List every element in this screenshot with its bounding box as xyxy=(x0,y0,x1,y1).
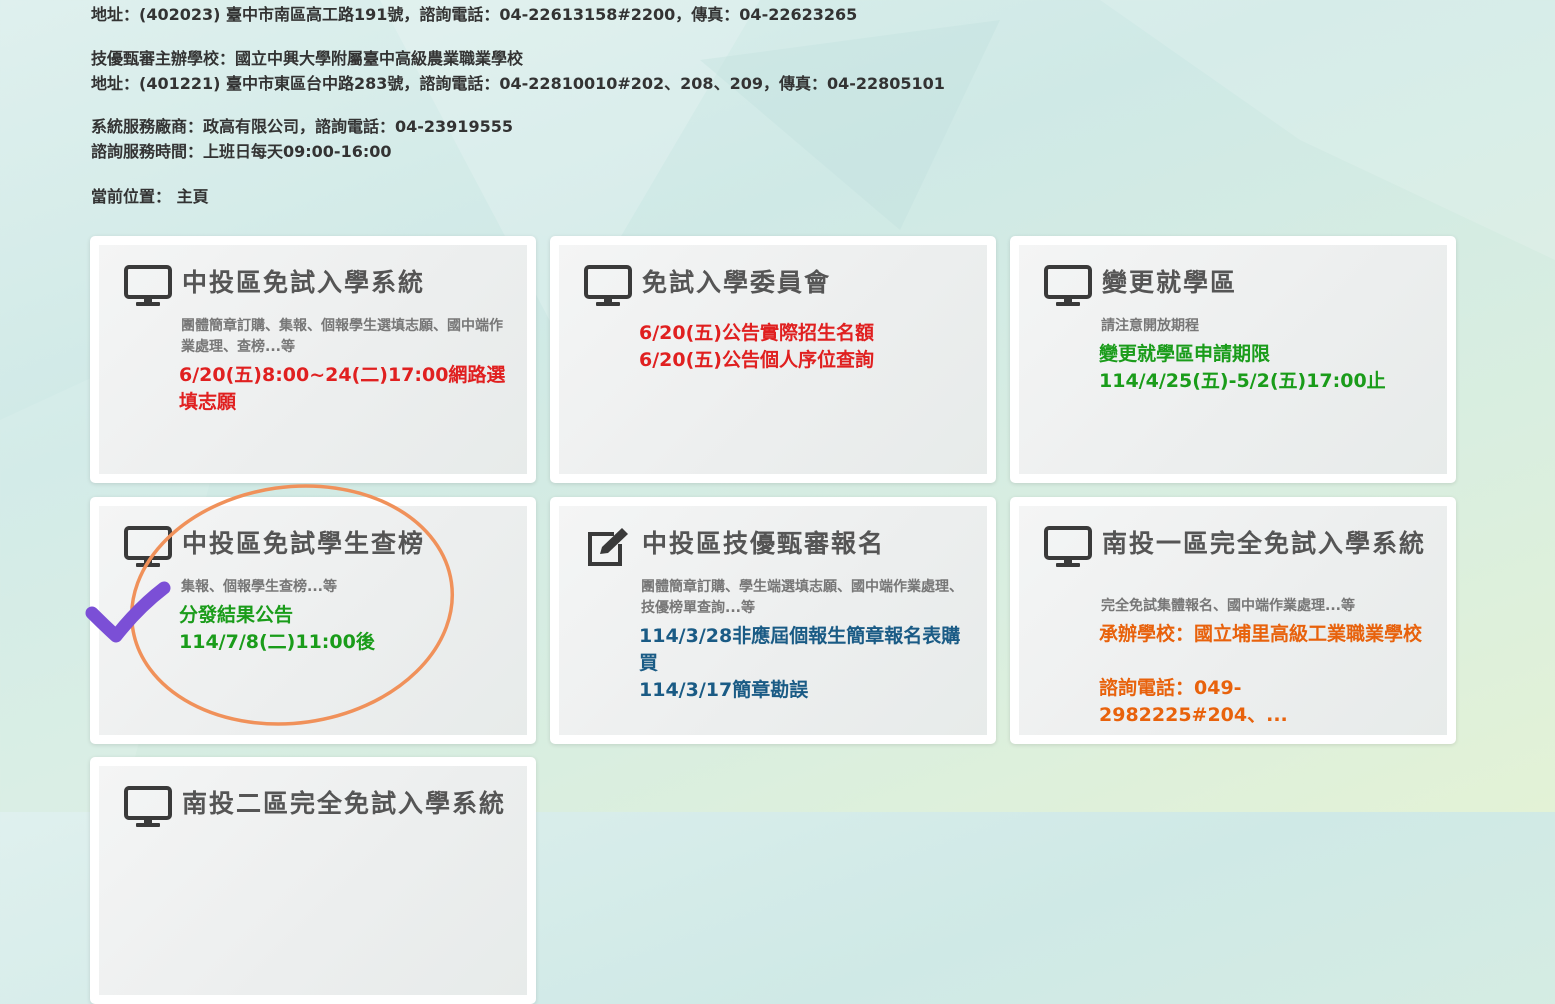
card-notice: 6/20(五)8:00~24(二)17:00網路選填志願 xyxy=(179,364,506,413)
card-description: 團體簡章訂購、集報、個報學生選填志願、國中端作業處理、查榜...等 xyxy=(181,318,503,355)
card-title: 中投區免試入學系統 xyxy=(182,268,426,297)
card-notice-2: 114/4/25(五)-5/2(五)17:00止 xyxy=(1099,370,1386,392)
service-hours: 諮詢服務時間：上班日每天09:00-16:00 xyxy=(91,142,392,161)
card-notice-2: 114/7/8(二)11:00後 xyxy=(179,631,375,653)
card-title: 中投區技優甄審報名 xyxy=(642,529,886,558)
card-title: 南投二區完全免試入學系統 xyxy=(182,789,507,818)
card-zhongtou-results-lookup[interactable]: 中投區免試學生查榜 集報、個報學生查榜...等 分發結果公告 114/7/8(二… xyxy=(90,497,536,744)
card-notice-2: 諮詢電話：049-2982225#204、... xyxy=(1099,677,1288,726)
card-title: 免試入學委員會 xyxy=(642,268,832,297)
card-title: 中投區免試學生查榜 xyxy=(182,529,426,558)
card-admission-committee[interactable]: 免試入學委員會 6/20(五)公告實際招生名額 6/20(五)公告個人序位查詢 xyxy=(550,236,996,483)
organizer-address: 地址：(402023) 臺中市南區高工路191號，諮詢電話：04-2261315… xyxy=(91,5,858,24)
monitor-icon xyxy=(124,265,172,306)
card-skill-exam-registration[interactable]: 中投區技優甄審報名 團體簡章訂購、學生端選填志願、國中端作業處理、技優榜單查詢.… xyxy=(550,497,996,744)
card-nantou-zone1-system[interactable]: 南投一區完全免試入學系統 完全免試集體報名、國中端作業處理...等 承辦學校：國… xyxy=(1010,497,1456,744)
skill-exam-host-school: 技優甄審主辦學校：國立中興大學附屬臺中高級農業職業學校 xyxy=(91,49,524,68)
monitor-icon xyxy=(1044,265,1092,306)
card-description: 集報、個報學生查榜...等 xyxy=(181,579,337,595)
monitor-icon xyxy=(584,265,632,306)
card-zhongtou-admission-system[interactable]: 中投區免試入學系統 團體簡章訂購、集報、個報學生選填志願、國中端作業處理、查榜.… xyxy=(90,236,536,483)
card-change-school-district[interactable]: 變更就學區 請注意開放期程 變更就學區申請期限 114/4/25(五)-5/2(… xyxy=(1010,236,1456,483)
card-title: 變更就學區 xyxy=(1102,268,1238,297)
edit-icon xyxy=(588,528,628,566)
card-notice-1: 變更就學區申請期限 xyxy=(1099,343,1271,365)
card-notice-1: 承辦學校：國立埔里高級工業職業學校 xyxy=(1099,623,1423,645)
breadcrumb: 當前位置： 主頁 xyxy=(91,187,209,206)
card-nantou-zone2-system[interactable]: 南投二區完全免試入學系統 xyxy=(90,757,536,1004)
card-description: 請注意開放期程 xyxy=(1101,318,1199,334)
host-school-address: 地址：(401221) 臺中市東區台中路283號，諮詢電話：04-2281001… xyxy=(91,74,945,93)
card-description: 完全免試集體報名、國中端作業處理...等 xyxy=(1101,598,1355,614)
monitor-icon xyxy=(124,526,172,567)
card-notice-2: 114/3/17簡章勘誤 xyxy=(639,679,809,701)
monitor-icon xyxy=(1044,526,1092,567)
card-description: 團體簡章訂購、學生端選填志願、國中端作業處理、技優榜單查詢...等 xyxy=(641,579,963,616)
monitor-icon xyxy=(124,786,172,827)
card-notice-1: 6/20(五)公告實際招生名額 xyxy=(639,322,874,344)
card-notice-1: 114/3/28非應屆個報生簡章報名表購買 xyxy=(639,625,961,674)
vendor-info: 系統服務廠商：政高有限公司，諮詢電話：04-23919555 xyxy=(91,117,513,136)
card-notice-2: 6/20(五)公告個人序位查詢 xyxy=(639,349,874,371)
card-notice-1: 分發結果公告 xyxy=(179,604,294,626)
card-title: 南投一區完全免試入學系統 xyxy=(1102,529,1427,558)
